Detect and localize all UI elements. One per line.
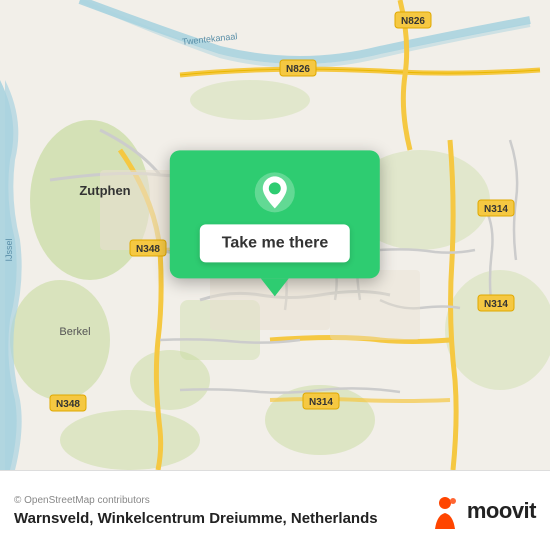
take-me-there-button[interactable]: Take me there bbox=[200, 224, 350, 262]
moovit-wordmark: moovit bbox=[467, 498, 536, 524]
footer-left: © OpenStreetMap contributors Warnsveld, … bbox=[14, 495, 378, 527]
popup-tail bbox=[261, 278, 289, 296]
svg-text:N314: N314 bbox=[484, 299, 508, 310]
moovit-brand-icon bbox=[427, 493, 463, 529]
svg-text:N314: N314 bbox=[484, 204, 508, 215]
svg-text:Berkel: Berkel bbox=[59, 326, 90, 338]
popup-card: Take me there bbox=[170, 150, 380, 278]
footer: © OpenStreetMap contributors Warnsveld, … bbox=[0, 470, 550, 550]
svg-text:N826: N826 bbox=[286, 64, 310, 75]
svg-text:IJssel: IJssel bbox=[4, 238, 14, 261]
attribution-text: © OpenStreetMap contributors bbox=[14, 495, 378, 506]
location-pin-icon bbox=[253, 170, 297, 214]
svg-text:N826: N826 bbox=[401, 16, 425, 27]
location-name: Warnsveld, Winkelcentrum Dreiumme, Nethe… bbox=[14, 510, 378, 527]
svg-text:N348: N348 bbox=[56, 399, 80, 410]
popup-overlay: Take me there bbox=[170, 150, 380, 296]
svg-text:N348: N348 bbox=[136, 244, 160, 255]
svg-text:N314: N314 bbox=[309, 397, 333, 408]
svg-text:Zutphen: Zutphen bbox=[79, 183, 130, 198]
map-container[interactable]: N826 N826 N314 N314 N314 N348 N348 N348 … bbox=[0, 0, 550, 470]
moovit-logo: moovit bbox=[427, 493, 536, 529]
